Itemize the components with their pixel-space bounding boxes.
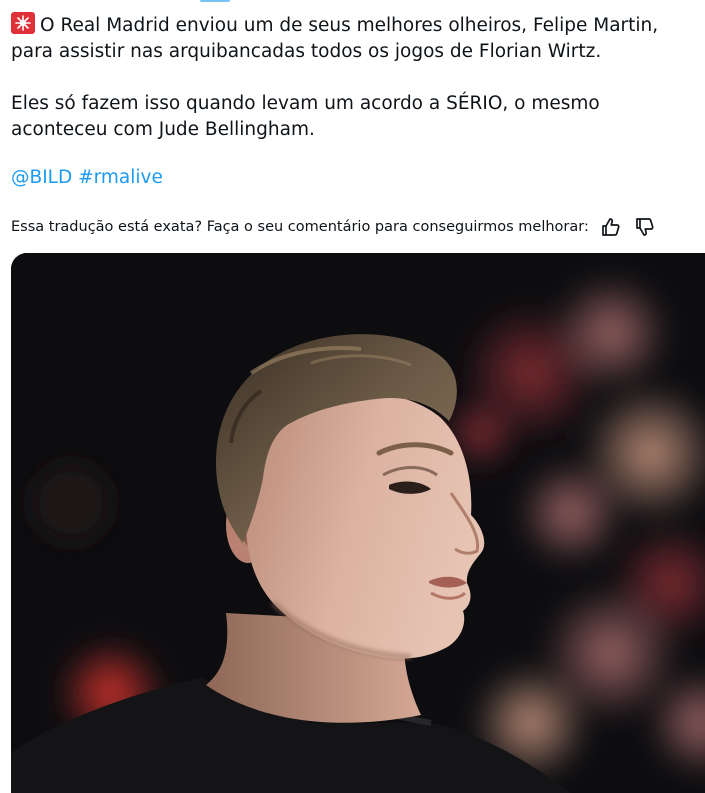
tweet-text: O Real Madrid enviou um de seus melhores…: [11, 12, 701, 191]
siren-emoji-icon: [11, 12, 35, 34]
hashtag-link[interactable]: #rmalive: [78, 167, 163, 188]
tweet-tags: @BILD #rmalive: [11, 165, 701, 191]
player-portrait-illustration: [11, 253, 705, 793]
tweet-line-3: Eles só fazem isso quando levam um acord…: [11, 93, 600, 114]
tweet-line-1: O Real Madrid enviou um de seus melhores…: [40, 15, 659, 36]
mention-link[interactable]: @BILD: [11, 167, 72, 188]
previous-element-edge: [200, 0, 230, 2]
translation-feedback-prompt: Essa tradução está exata? Faça o seu com…: [11, 219, 589, 235]
tweet-line-4: aconteceu com Jude Bellingham.: [11, 119, 315, 140]
thumbs-down-icon[interactable]: [633, 215, 657, 239]
tweet-photo[interactable]: [11, 253, 705, 793]
tweet-line-2: para assistir nas arquibancadas todos os…: [11, 41, 602, 62]
translation-feedback: Essa tradução está exata? Faça o seu com…: [11, 214, 705, 240]
thumbs-up-icon[interactable]: [599, 215, 623, 239]
tweet-paragraph-2: Eles só fazem isso quando levam um acord…: [11, 91, 701, 143]
tweet-paragraph-1: O Real Madrid enviou um de seus melhores…: [11, 12, 701, 65]
